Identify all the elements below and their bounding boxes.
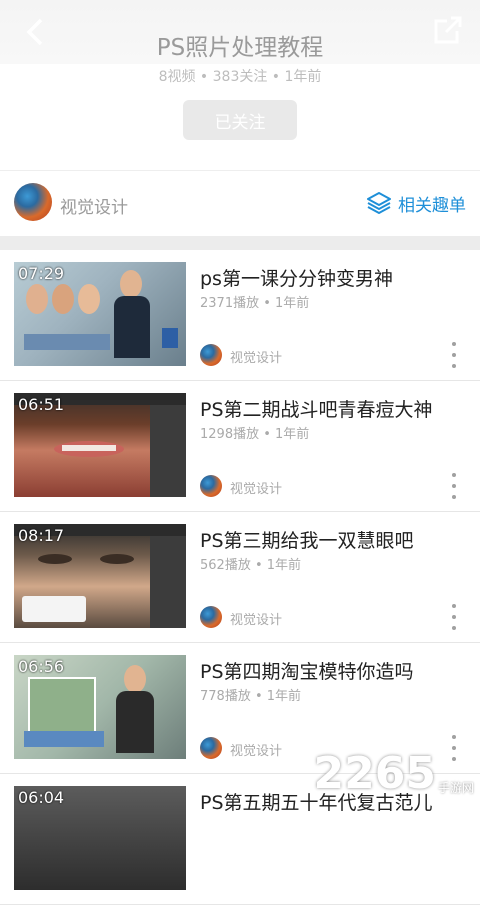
more-dot	[452, 353, 456, 357]
video-thumbnail[interactable]: 06:51	[14, 393, 186, 497]
avatar	[200, 475, 222, 497]
thumbnail-art	[38, 554, 72, 564]
thumbnail-art	[24, 731, 104, 747]
follow-button[interactable]: 已关注	[183, 100, 297, 140]
author-name[interactable]: 视觉设计	[60, 193, 128, 218]
more-dot	[452, 473, 456, 477]
video-thumbnail[interactable]: 08:17	[14, 524, 186, 628]
avatar	[200, 344, 222, 366]
video-title[interactable]: PS第二期战斗吧青春痘大神	[200, 395, 433, 422]
video-duration: 06:56	[18, 657, 65, 676]
list-item[interactable]: 08:17 PS第三期给我一双慧眼吧 562播放 • 1年前 视觉设计	[0, 512, 480, 643]
author-bar: 视觉设计 相关趣单	[0, 170, 480, 237]
thumbnail-art	[62, 445, 116, 451]
video-thumbnail[interactable]: 06:04	[14, 786, 186, 890]
thumbnail-art	[100, 554, 134, 564]
video-title[interactable]: PS第三期给我一双慧眼吧	[200, 526, 414, 553]
video-author[interactable]: 视觉设计	[230, 347, 282, 366]
thumbnail-art	[150, 405, 186, 497]
thumbnail-art	[78, 284, 100, 314]
video-meta: 778播放 • 1年前	[200, 689, 302, 704]
more-dot	[452, 735, 456, 739]
more-dot	[452, 615, 456, 619]
thumbnail-art	[114, 296, 150, 358]
video-duration: 08:17	[18, 526, 65, 545]
list-item[interactable]: 06:51 PS第二期战斗吧青春痘大神 1298播放 • 1年前 视觉设计	[0, 381, 480, 512]
more-dot	[452, 746, 456, 750]
video-list: 07:29 ps第一课分分钟变男神 2371播放 • 1年前 视觉设计 06:5…	[0, 250, 480, 905]
section-divider	[0, 236, 480, 250]
layers-icon	[367, 192, 391, 214]
video-thumbnail[interactable]: 07:29	[14, 262, 186, 366]
more-dot	[452, 484, 456, 488]
video-meta: 1298播放 • 1年前	[200, 427, 310, 442]
thumbnail-art	[116, 691, 154, 753]
video-duration: 06:51	[18, 395, 65, 414]
more-dot	[452, 604, 456, 608]
avatar	[200, 606, 222, 628]
video-thumbnail[interactable]: 06:56	[14, 655, 186, 759]
video-duration: 07:29	[18, 264, 65, 283]
thumbnail-art	[162, 328, 178, 348]
avatar	[200, 737, 222, 759]
video-title[interactable]: PS第四期淘宝模特你造吗	[200, 657, 414, 684]
watermark-text: 手游网	[437, 781, 474, 795]
thumbnail-art	[52, 284, 74, 314]
more-dot	[452, 495, 456, 499]
video-title[interactable]: ps第一课分分钟变男神	[200, 264, 393, 291]
more-options-button[interactable]	[448, 342, 460, 368]
thumbnail-art	[22, 596, 86, 622]
avatar[interactable]	[14, 183, 52, 221]
site-watermark: 2265 手游网	[314, 752, 474, 796]
video-author[interactable]: 视觉设计	[230, 609, 282, 628]
list-item[interactable]: 07:29 ps第一课分分钟变男神 2371播放 • 1年前 视觉设计	[0, 250, 480, 381]
more-dot	[452, 626, 456, 630]
video-author[interactable]: 视觉设计	[230, 478, 282, 497]
more-options-button[interactable]	[448, 473, 460, 499]
video-meta: 562播放 • 1年前	[200, 558, 302, 573]
related-lists-label: 相关趣单	[398, 195, 466, 216]
playlist-stats: 8视频 • 383关注 • 1年前	[158, 69, 322, 85]
playlist-header: PS照片处理教程 8视频 • 383关注 • 1年前 已关注	[0, 0, 480, 170]
more-dot	[452, 342, 456, 346]
more-dot	[452, 364, 456, 368]
more-options-button[interactable]	[448, 604, 460, 630]
thumbnail-art	[28, 677, 96, 733]
video-duration: 06:04	[18, 788, 65, 807]
thumbnail-art	[24, 334, 110, 350]
thumbnail-art	[150, 536, 186, 628]
thumbnail-art	[124, 665, 146, 693]
related-lists-button[interactable]: 相关趣单	[366, 189, 466, 217]
watermark-number: 2265	[313, 748, 436, 799]
video-author[interactable]: 视觉设计	[230, 740, 282, 759]
page-title: PS照片处理教程	[156, 35, 324, 61]
video-meta: 2371播放 • 1年前	[200, 296, 310, 311]
thumbnail-art	[120, 270, 142, 298]
thumbnail-art	[26, 284, 48, 314]
